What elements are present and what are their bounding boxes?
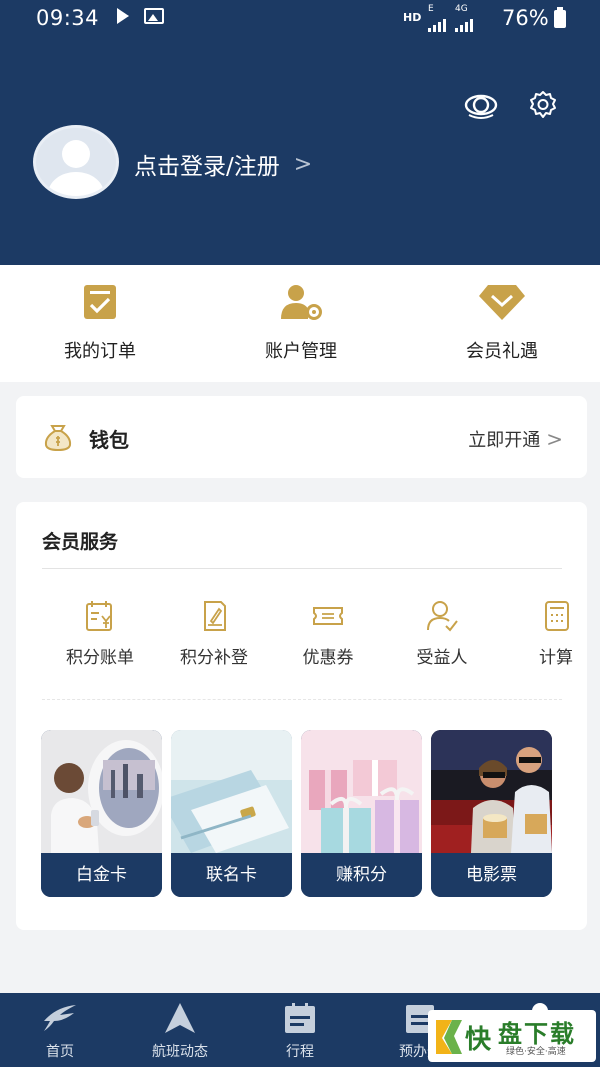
battery-percent: 76%	[502, 6, 549, 30]
promo-earn-points[interactable]: 赚积分	[301, 730, 422, 897]
nav-flight-status[interactable]: 航班动态	[120, 1001, 240, 1061]
nav-label-itinerary: 行程	[286, 1044, 314, 1060]
status-bar: 09:34 HD E 4G 76%	[0, 0, 600, 36]
view-mode-icon[interactable]	[463, 90, 499, 120]
nav-label-home: 首页	[46, 1044, 74, 1060]
dashed-divider	[42, 699, 562, 700]
quick-item-my-orders[interactable]: 我的订单	[20, 283, 180, 363]
nav-home[interactable]: 首页	[0, 1001, 120, 1061]
signal-icon-1	[428, 8, 446, 32]
watermark-subtext: 绿色·安全·高速	[506, 1047, 566, 1057]
service-label-calculator: 计算	[539, 648, 573, 668]
promo-platinum-card[interactable]: 白金卡	[41, 730, 162, 897]
gift-boxes-image	[301, 730, 422, 853]
promo-label-earn-points: 赚积分	[301, 853, 422, 897]
promo-label-cobranded: 联名卡	[171, 853, 292, 897]
cobranded-card-image	[171, 730, 292, 853]
movie-theater-image	[431, 730, 552, 853]
play-icon	[115, 6, 131, 31]
service-label-beneficiary: 受益人	[416, 648, 468, 668]
section-title: 会员服务	[42, 531, 119, 553]
hd-indicator: HD	[403, 11, 422, 24]
wallet-card[interactable]: 钱包 立即开通 >	[16, 396, 587, 478]
promo-label-movie: 电影票	[431, 853, 552, 897]
chevron-right-icon: >	[546, 427, 563, 451]
watermark-badge: 快 盘下载 绿色·安全·高速	[428, 1010, 596, 1062]
service-points-supplement[interactable]: 积分补登	[157, 599, 271, 668]
login-register-text: 点击登录/注册	[134, 154, 280, 180]
quick-label-my-orders: 我的订单	[64, 341, 136, 362]
wallet-label: 钱包	[89, 428, 129, 452]
coupon-icon	[313, 607, 343, 625]
signal-icon-2	[455, 8, 473, 32]
quick-menu: 我的订单 账户管理 会员礼遇	[0, 265, 600, 382]
service-coupon[interactable]: 优惠券	[271, 599, 385, 668]
account-settings-icon	[281, 285, 322, 320]
flight-status-icon	[165, 1003, 195, 1033]
promo-cobranded-card[interactable]: 联名卡	[171, 730, 292, 897]
service-beneficiary[interactable]: 受益人	[385, 599, 499, 668]
member-services-card: 会员服务 积分账单 积分补登 优惠券 受益人 计算 白金卡 联名卡 赚积分 电影…	[16, 502, 587, 930]
quick-label-member-benefits: 会员礼遇	[466, 341, 538, 362]
battery-icon	[554, 7, 566, 28]
platinum-card-image	[41, 730, 162, 853]
promo-label-platinum: 白金卡	[41, 853, 162, 897]
points-supplement-icon	[204, 601, 226, 631]
gear-icon[interactable]	[528, 90, 558, 120]
status-time: 09:34	[36, 6, 100, 30]
quick-label-account: 账户管理	[265, 341, 337, 362]
chevron-right-icon: >	[293, 151, 313, 177]
nav-itinerary[interactable]: 行程	[240, 1001, 360, 1061]
nav-label-flight-status: 航班动态	[152, 1044, 208, 1060]
service-label-points-bill: 积分账单	[66, 648, 134, 668]
home-swallow-icon	[44, 1005, 76, 1031]
promo-movie-tickets[interactable]: 电影票	[431, 730, 552, 897]
profile-header: 09:34 HD E 4G 76% 点击登录/注册 >	[0, 0, 600, 265]
service-label-coupon: 优惠券	[302, 648, 354, 668]
service-label-points-supplement: 积分补登	[180, 648, 248, 668]
points-bill-icon	[86, 601, 112, 631]
avatar[interactable]	[33, 125, 119, 199]
login-register-link[interactable]: 点击登录/注册 >	[134, 147, 312, 181]
calculator-icon	[545, 601, 569, 631]
service-points-bill[interactable]: 积分账单	[43, 599, 157, 668]
order-list-icon	[84, 285, 116, 319]
wallet-activate-link[interactable]: 立即开通 >	[468, 426, 563, 452]
beneficiary-icon	[427, 601, 458, 632]
gallery-icon	[144, 8, 164, 24]
service-calculator[interactable]: 计算	[499, 599, 587, 668]
quick-item-member-benefits[interactable]: 会员礼遇	[422, 283, 582, 363]
itinerary-icon	[285, 1003, 315, 1033]
wallet-activate-text: 立即开通	[468, 430, 541, 451]
money-bag-icon	[43, 423, 73, 455]
watermark-logo-text: 快	[465, 1025, 492, 1055]
quick-item-account[interactable]: 账户管理	[221, 283, 381, 363]
watermark-logo-icon: 快	[436, 1020, 492, 1055]
divider	[42, 568, 562, 569]
member-diamond-icon	[479, 285, 525, 320]
